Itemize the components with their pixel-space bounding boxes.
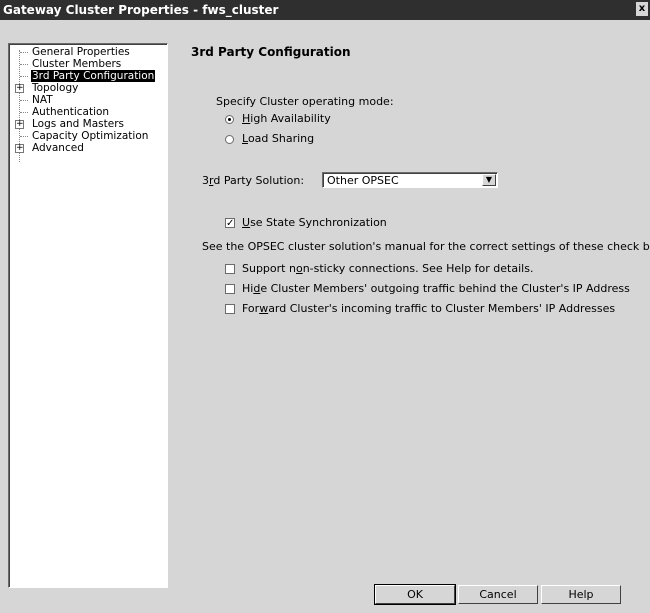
tree-branch-line	[20, 112, 28, 113]
state-sync-checkbox[interactable]: ✓	[225, 218, 235, 229]
tree-item-label: Advanced	[32, 142, 84, 154]
window-title: Gateway Cluster Properties - fws_cluster	[3, 3, 279, 17]
load-sharing-radio[interactable]	[225, 135, 234, 144]
title-bar: Gateway Cluster Properties - fws_cluster…	[0, 0, 650, 20]
tree-branch-line	[20, 64, 28, 65]
chevron-down-icon[interactable]: ▼	[482, 174, 496, 186]
expand-icon[interactable]: +	[15, 144, 24, 153]
forward-traffic-checkbox[interactable]	[225, 304, 235, 314]
tree-item-label: NAT	[32, 94, 53, 106]
ok-button[interactable]: OK	[374, 584, 456, 605]
third-party-solution-label: 3rd Party Solution:	[202, 174, 305, 187]
tree-item-topology[interactable]: + Topology	[9, 82, 167, 94]
high-availability-label[interactable]: High Availability	[242, 112, 331, 125]
expand-icon[interactable]: +	[15, 120, 24, 129]
tree-item-nat[interactable]: NAT	[9, 94, 167, 106]
tree-item-authentication[interactable]: Authentication	[9, 106, 167, 118]
tree-item-label: Cluster Members	[32, 58, 122, 70]
tree-item-label: Capacity Optimization	[32, 130, 149, 142]
third-party-solution-select[interactable]: Other OPSEC ▼	[322, 172, 498, 188]
tree-item-label: Authentication	[32, 106, 110, 118]
tree-item-label: Logs and Masters	[32, 118, 124, 130]
tree-item-logs-and-masters[interactable]: + Logs and Masters	[9, 118, 167, 130]
close-icon[interactable]: x	[636, 2, 648, 16]
high-availability-radio[interactable]	[225, 115, 234, 124]
page-title: 3rd Party Configuration	[191, 45, 351, 59]
help-button[interactable]: Help	[541, 585, 621, 604]
hide-members-label[interactable]: Hide Cluster Members' outgoing traffic b…	[242, 282, 630, 295]
tree-branch-line	[20, 76, 28, 77]
navigation-tree[interactable]: General Properties Cluster Members 3rd P…	[8, 43, 168, 588]
tree-branch-line	[20, 100, 28, 101]
tree-item-label: Topology	[32, 82, 79, 94]
tree-item-label: 3rd Party Configuration	[31, 70, 156, 82]
tree-item-label: General Properties	[32, 46, 130, 58]
tree-item-3rd-party-configuration[interactable]: 3rd Party Configuration	[9, 70, 167, 82]
tree-item-general-properties[interactable]: General Properties	[9, 46, 167, 58]
expand-icon[interactable]: +	[15, 84, 24, 93]
tree-item-advanced[interactable]: + Advanced	[9, 142, 167, 154]
hide-members-checkbox[interactable]	[225, 284, 235, 294]
tree-item-cluster-members[interactable]: Cluster Members	[9, 58, 167, 70]
cancel-button[interactable]: Cancel	[458, 585, 538, 604]
tree-branch-line	[20, 136, 28, 137]
opsec-note: See the OPSEC cluster solution's manual …	[202, 240, 650, 253]
operating-mode-label: Specify Cluster operating mode:	[216, 95, 394, 108]
state-sync-label[interactable]: Use State Synchronization	[242, 216, 387, 229]
tree-item-capacity-optimization[interactable]: Capacity Optimization	[9, 130, 167, 142]
forward-traffic-label[interactable]: Forward Cluster's incoming traffic to Cl…	[242, 302, 615, 315]
tree-branch-line	[20, 52, 28, 53]
load-sharing-label[interactable]: Load Sharing	[242, 132, 314, 145]
third-party-solution-value: Other OPSEC	[327, 174, 399, 187]
non-sticky-checkbox[interactable]	[225, 264, 235, 274]
non-sticky-label[interactable]: Support non-sticky connections. See Help…	[242, 262, 533, 275]
